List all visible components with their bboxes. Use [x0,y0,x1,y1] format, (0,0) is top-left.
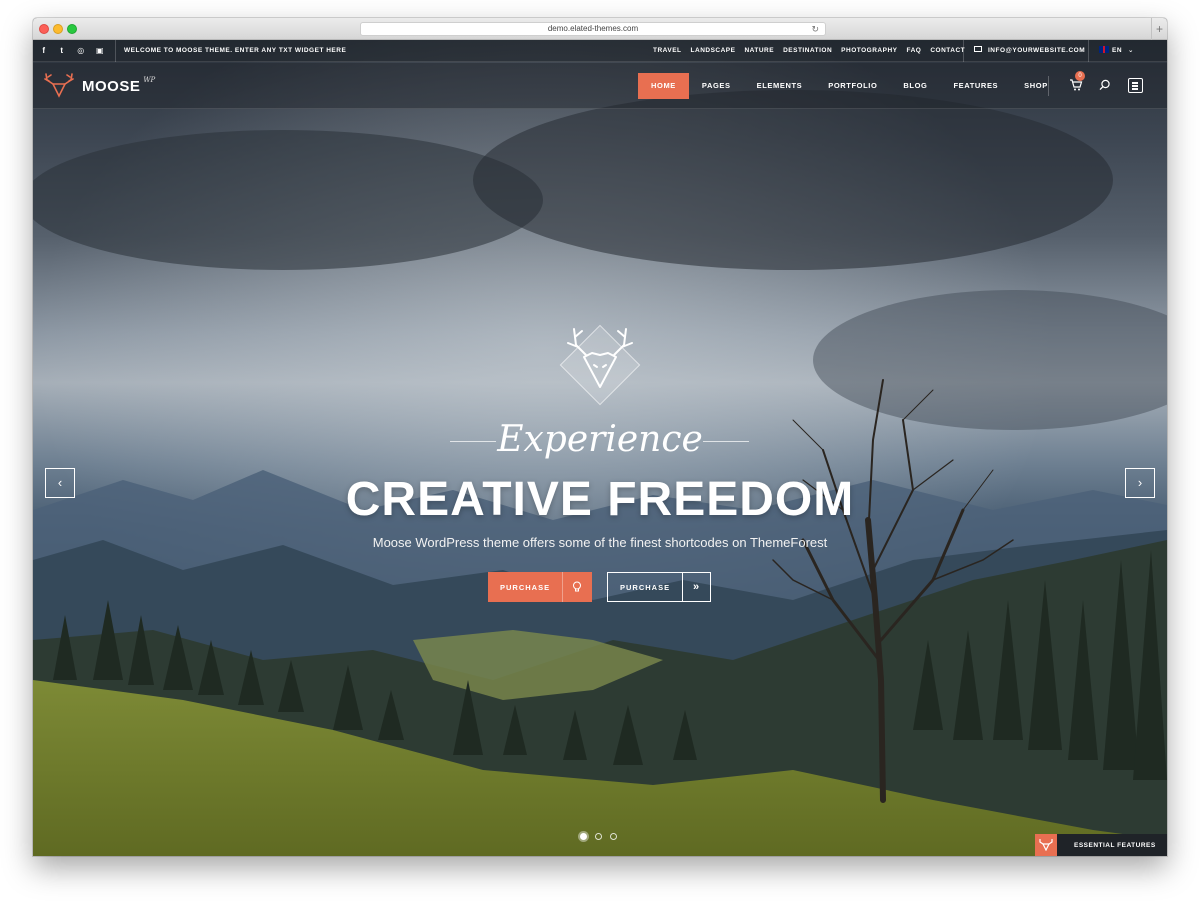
close-window-button[interactable] [39,24,49,34]
cart-count-badge: 0 [1075,71,1085,81]
slider-pagination [580,833,625,843]
top-link-landscape[interactable]: LANDSCAPE [691,40,736,62]
moose-logo-icon [44,73,74,98]
chevron-down-icon: ⌄ [1128,47,1134,54]
minimize-window-button[interactable] [53,24,63,34]
twitter-icon[interactable]: t [55,40,69,62]
slider-bullet-3[interactable] [610,833,617,840]
address-bar-url: demo.elated-themes.com [547,24,639,33]
slider-next-arrow[interactable]: › [1125,468,1155,498]
slider-bullet-1[interactable] [580,833,587,840]
title-right-rule [703,441,749,442]
top-link-destination[interactable]: DESTINATION [783,40,832,62]
zoom-window-button[interactable] [67,24,77,34]
language-switcher[interactable]: EN ⌄ [1088,40,1134,62]
logo-text: MOOSE [82,77,141,95]
top-link-contact[interactable]: CONTACT [930,40,965,62]
email-text: INFO@YOURWEBSITE.COM [988,47,1086,54]
menu-item-features[interactable]: FEATURES [940,73,1011,99]
purchase-button-primary-label: PURCHASE [500,582,551,592]
purchase-button-secondary[interactable]: PURCHASE » [607,572,711,602]
language-label: EN [1112,47,1123,54]
envelope-icon [974,46,982,53]
essential-features-label: ESSENTIAL FEATURES [1074,841,1156,849]
top-links: TRAVEL LANDSCAPE NATURE DESTINATION PHOT… [653,40,974,62]
slider-bullet-2[interactable] [595,833,602,840]
slide-subtitle: Moose WordPress theme offers some of the… [372,535,828,550]
essential-features-tab[interactable]: ESSENTIAL FEATURES [1035,834,1167,856]
side-menu-icon[interactable] [1128,78,1143,93]
top-info-bar: f t ◎ ▣ WELCOME TO MOOSE THEME. ENTER AN… [33,40,1167,62]
slide-headline: CREATIVE FREEDOM [345,473,855,526]
new-tab-button[interactable]: + [1151,18,1167,40]
menu-item-elements[interactable]: ELEMENTS [744,73,816,99]
moose-mini-icon [1035,834,1057,856]
dribbble-icon[interactable]: ◎ [74,40,88,62]
purchase-button-secondary-label: PURCHASE [620,582,671,592]
uk-flag-icon [1099,45,1109,53]
logo-superscript: WP [143,76,156,84]
email-link[interactable]: INFO@YOURWEBSITE.COM [963,40,1085,62]
reload-icon[interactable]: ↻ [811,23,819,35]
title-left-rule [450,441,496,442]
purchase-button-primary[interactable]: PURCHASE [488,572,592,602]
top-link-faq[interactable]: FAQ [906,40,921,62]
menu-item-shop[interactable]: SHOP [1011,73,1061,99]
top-link-nature[interactable]: NATURE [744,40,774,62]
lightbulb-icon [562,572,590,602]
main-header: MOOSE WP HOME PAGES ELEMENTS PORTFOLIO B… [33,63,1167,109]
slider-prev-arrow[interactable]: ‹ [45,468,75,498]
instagram-icon[interactable]: ▣ [93,40,107,62]
menu-item-portfolio[interactable]: PORTFOLIO [815,73,890,99]
menu-item-pages[interactable]: PAGES [689,73,744,99]
slide-script-title: Experience [497,419,703,460]
search-icon[interactable] [1099,79,1111,91]
top-link-photography[interactable]: PHOTOGRAPHY [841,40,897,62]
deer-head-emblem-icon [559,324,641,406]
address-bar[interactable]: demo.elated-themes.com ↻ [360,22,826,36]
slide-script-title-row: Experience [33,418,1167,462]
menu-item-blog[interactable]: BLOG [890,73,940,99]
site-logo[interactable]: MOOSE WP [43,72,155,100]
double-chevron-right-icon: » [682,573,710,601]
welcome-text: WELCOME TO MOOSE THEME. ENTER ANY TXT WI… [115,40,346,62]
menu-item-home[interactable]: HOME [638,73,689,99]
main-menu: HOME PAGES ELEMENTS PORTFOLIO BLOG FEATU… [638,73,1061,99]
browser-chrome: demo.elated-themes.com ↻ + [33,18,1167,40]
nav-divider [1048,76,1049,96]
browser-window: demo.elated-themes.com ↻ + f t ◎ ▣ WELCO… [33,18,1167,856]
top-link-travel[interactable]: TRAVEL [653,40,682,62]
facebook-icon[interactable]: f [37,40,51,62]
